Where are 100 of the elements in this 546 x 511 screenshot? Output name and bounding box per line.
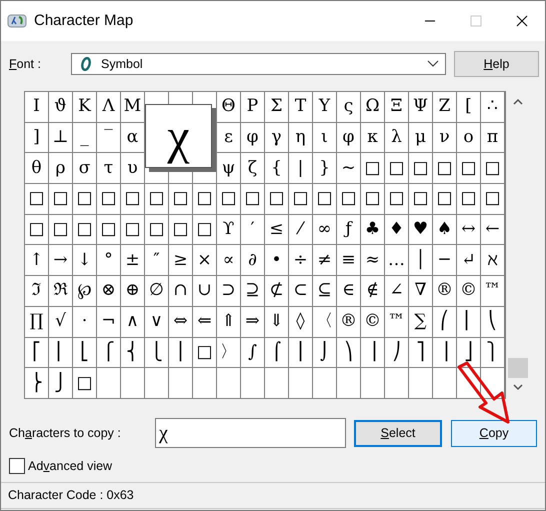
character-cell[interactable]: ⎬ <box>25 368 48 398</box>
advanced-view-checkbox[interactable] <box>9 458 25 474</box>
character-cell[interactable]: Ι <box>25 92 48 122</box>
character-cell[interactable]: ′ <box>241 214 264 244</box>
character-cell[interactable]: α <box>121 122 144 152</box>
character-cell[interactable]: | <box>289 153 312 184</box>
character-cell[interactable]: 〈 <box>313 306 336 336</box>
character-cell[interactable]: • <box>265 245 288 276</box>
character-cell[interactable]: ο <box>457 122 480 152</box>
character-cell[interactable]: ± <box>121 245 144 276</box>
character-cell[interactable]: □ <box>49 214 72 244</box>
character-cell[interactable]: ™ <box>385 306 408 336</box>
character-cell[interactable]: σ <box>73 153 96 184</box>
character-cell[interactable]: ⎨ <box>121 338 144 368</box>
character-cell[interactable]: } <box>313 153 336 184</box>
character-cell[interactable]: ℑ <box>25 276 48 306</box>
character-cell[interactable]: π <box>481 122 504 152</box>
character-cell[interactable]: □ <box>97 214 120 244</box>
character-cell[interactable]: κ <box>361 122 384 152</box>
character-cell[interactable]: ∴ <box>481 92 504 122</box>
character-cell[interactable]: □ <box>121 184 144 214</box>
character-cell[interactable]: ⎩ <box>145 338 168 368</box>
select-button[interactable]: Select <box>354 420 442 446</box>
character-cell[interactable]: ⊇ <box>241 276 264 306</box>
character-cell[interactable]: ↓ <box>73 245 96 276</box>
characters-input[interactable]: χ <box>155 418 346 448</box>
character-cell[interactable]: ⎝ <box>481 306 504 336</box>
character-cell[interactable]: □ <box>409 153 432 184</box>
character-cell[interactable]: □ <box>385 153 408 184</box>
character-cell[interactable]: □ <box>145 214 168 244</box>
character-cell[interactable]: □ <box>25 214 48 244</box>
character-cell[interactable]: θ <box>25 153 48 184</box>
character-cell[interactable]: ⎟ <box>361 338 384 368</box>
character-cell[interactable]: Ξ <box>385 92 408 122</box>
character-cell[interactable]: □ <box>25 184 48 214</box>
character-cell[interactable]: © <box>361 306 384 336</box>
character-cell[interactable]: ∅ <box>145 276 168 306</box>
character-cell[interactable]: ♣ <box>361 214 384 244</box>
character-cell[interactable]: □ <box>49 184 72 214</box>
character-cell[interactable]: ⎤ <box>409 338 432 368</box>
character-cell[interactable]: ∏ <box>25 306 48 336</box>
character-cell[interactable]: ⎞ <box>337 338 360 368</box>
character-cell[interactable]: ϒ <box>217 214 240 244</box>
character-cell[interactable]: ≥ <box>169 245 192 276</box>
character-cell[interactable]: □ <box>481 184 504 214</box>
character-cell[interactable]: ⇐ <box>193 306 216 336</box>
character-cell[interactable]: □ <box>481 153 504 184</box>
character-cell[interactable]: ⊕ <box>121 276 144 306</box>
character-cell[interactable]: ∇ <box>409 276 432 306</box>
character-cell[interactable]: ∨ <box>145 306 168 336</box>
character-cell[interactable]: ♦ <box>385 214 408 244</box>
character-cell[interactable]: ⎭ <box>49 368 72 398</box>
character-cell[interactable]: ◊ <box>289 306 312 336</box>
character-cell[interactable]: Ψ <box>409 92 432 122</box>
scroll-up-icon[interactable] <box>513 98 523 105</box>
character-cell[interactable]: ← <box>481 214 504 244</box>
character-cell[interactable]: □ <box>361 153 384 184</box>
character-cell[interactable]: ⇔ <box>169 306 192 336</box>
character-cell[interactable]: ≈ <box>361 245 384 276</box>
character-cell[interactable]: □ <box>457 153 480 184</box>
scrollbar-thumb[interactable] <box>508 358 528 378</box>
character-cell[interactable]: ⋅ <box>73 306 96 336</box>
character-cell[interactable]: ≠ <box>313 245 336 276</box>
character-cell[interactable]: ⎠ <box>385 338 408 368</box>
character-cell[interactable]: □ <box>217 184 240 214</box>
character-cell[interactable]: ⁄ <box>289 214 312 244</box>
character-cell[interactable]: ℘ <box>73 276 96 306</box>
character-cell[interactable]: Μ <box>121 92 144 122</box>
character-cell[interactable]: □ <box>169 184 192 214</box>
character-cell[interactable]: ⇒ <box>241 306 264 336</box>
character-cell[interactable]: ↵ <box>457 245 480 276</box>
character-cell[interactable]: ‾ <box>97 122 120 152</box>
character-cell[interactable]: ν <box>433 122 456 152</box>
character-cell[interactable]: φ <box>337 122 360 152</box>
character-cell[interactable]: ″ <box>145 245 168 276</box>
character-cell[interactable]: ⎡ <box>25 338 48 368</box>
character-cell[interactable]: ℵ <box>481 245 504 276</box>
copy-button[interactable]: Copy <box>451 420 537 446</box>
character-cell[interactable]: η <box>289 122 312 152</box>
character-cell[interactable]: ⎜ <box>457 306 480 336</box>
character-cell[interactable]: ƒ <box>337 214 360 244</box>
character-cell[interactable]: ∪ <box>193 276 216 306</box>
character-cell[interactable]: Ω <box>361 92 384 122</box>
character-cell[interactable]: ∠ <box>385 276 408 306</box>
scroll-down-icon[interactable] <box>513 384 523 391</box>
character-cell[interactable]: Θ <box>217 92 240 122</box>
character-cell[interactable]: ς <box>337 92 360 122</box>
character-cell[interactable]: ε <box>217 122 240 152</box>
character-cell[interactable]: ⊂ <box>289 276 312 306</box>
character-cell[interactable]: □ <box>337 184 360 214</box>
character-cell[interactable]: ↑ <box>25 245 48 276</box>
character-cell[interactable]: ≤ <box>265 214 288 244</box>
character-cell[interactable]: ⊥ <box>49 122 72 152</box>
character-cell[interactable]: □ <box>385 184 408 214</box>
character-cell[interactable]: □ <box>433 153 456 184</box>
character-cell[interactable]: Ρ <box>241 92 264 122</box>
character-cell[interactable]: ∈ <box>337 276 360 306</box>
character-cell[interactable]: ∧ <box>121 306 144 336</box>
character-cell[interactable]: © <box>457 276 480 306</box>
character-cell[interactable]: □ <box>265 184 288 214</box>
